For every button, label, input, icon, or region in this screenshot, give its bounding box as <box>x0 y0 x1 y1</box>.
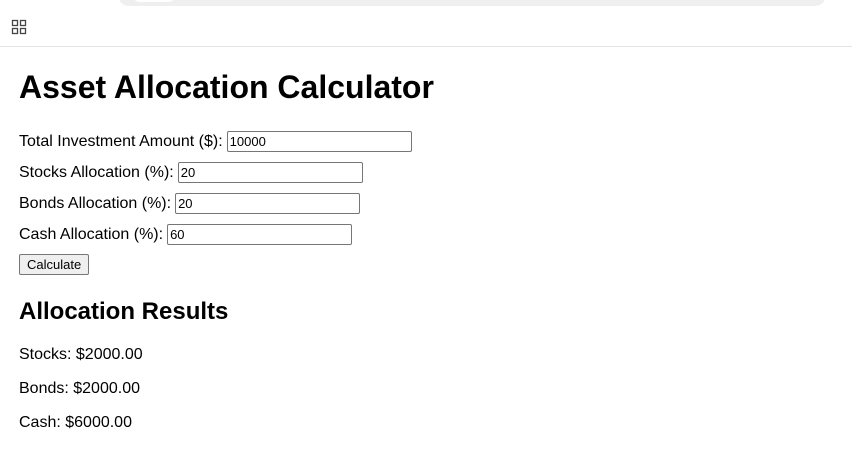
stocks-result: Stocks: $2000.00 <box>19 346 143 363</box>
cash-allocation-row: Cash Allocation (%): <box>19 219 852 250</box>
stocks-allocation-row: Stocks Allocation (%): <box>19 157 852 188</box>
bonds-allocation-input[interactable] <box>175 193 361 214</box>
total-investment-label: Total Investment Amount ($): <box>19 132 223 150</box>
address-bar[interactable] <box>118 0 826 6</box>
calculate-button[interactable]: Calculate <box>19 254 90 275</box>
cash-allocation-label: Cash Allocation (%): <box>19 225 164 243</box>
bonds-allocation-row: Bonds Allocation (%): <box>19 188 852 219</box>
allocation-form: Total Investment Amount ($): Stocks Allo… <box>19 126 852 275</box>
page-title: Asset Allocation Calculator <box>19 69 434 105</box>
total-investment-row: Total Investment Amount ($): <box>19 126 852 157</box>
bonds-allocation-label: Bonds Allocation (%): <box>19 194 172 212</box>
apps-grid-icon[interactable] <box>11 19 27 35</box>
browser-toolbar <box>0 0 852 47</box>
total-investment-input[interactable] <box>226 131 412 152</box>
results-heading: Allocation Results <box>19 298 229 325</box>
cash-result: Cash: $6000.00 <box>19 414 132 431</box>
stocks-allocation-label: Stocks Allocation (%): <box>19 163 174 181</box>
cash-allocation-input[interactable] <box>167 224 353 245</box>
stocks-allocation-input[interactable] <box>177 162 363 183</box>
address-bar-chip[interactable] <box>132 0 176 2</box>
page-content: Asset Allocation Calculator Total Invest… <box>19 48 852 432</box>
bonds-result: Bonds: $2000.00 <box>19 380 140 397</box>
